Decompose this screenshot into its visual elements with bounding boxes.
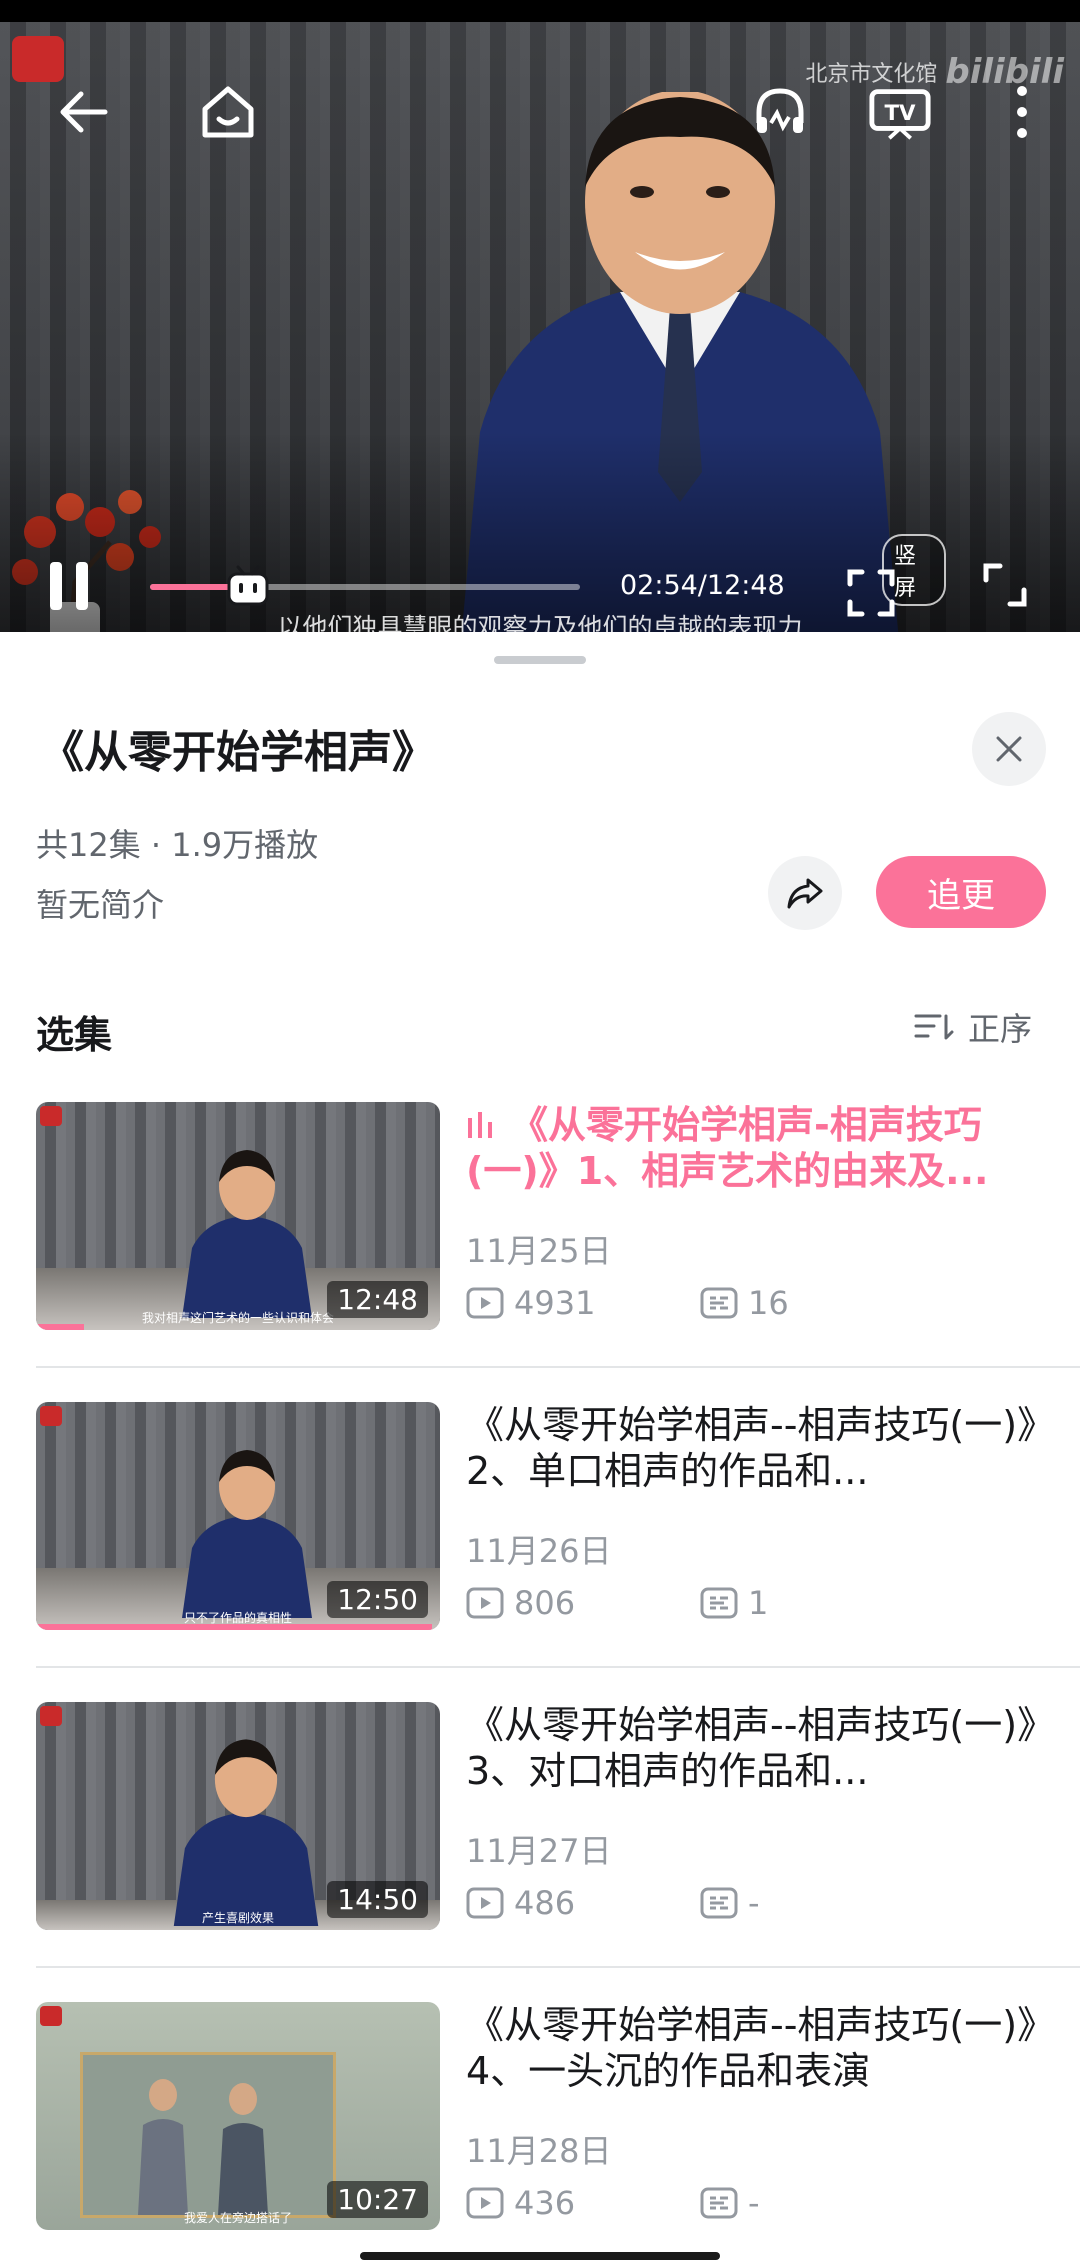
- list-divider: [36, 1966, 1080, 1968]
- episode-title: 《从零开始学相声--相声技巧(一)》4、一头沉的作品和表演: [466, 2003, 1056, 2093]
- episode-stats: 4931 16: [466, 1284, 789, 1322]
- episode-duration: 12:50: [327, 1581, 428, 1618]
- progress-slider[interactable]: [150, 565, 580, 606]
- home-button[interactable]: [196, 80, 260, 144]
- episode-item-2[interactable]: 只不了作品的真相性 12:50 《从零开始学相声--相声技巧(一)》2、单口相声…: [36, 1402, 1080, 1632]
- watched-progress-bar: [36, 1624, 432, 1630]
- episode-date: 11月26日: [466, 1532, 612, 1570]
- episode-stats: 806 1: [466, 1584, 768, 1622]
- episode-date: 11月28日: [466, 2132, 612, 2170]
- tv-cast-button[interactable]: TV: [868, 80, 932, 144]
- fullscreen-icon: [983, 563, 1027, 607]
- episode-comments: 16: [700, 1284, 789, 1322]
- danmaku-count-icon: [700, 1887, 738, 1919]
- home-indicator[interactable]: [360, 2252, 720, 2260]
- panel-drag-handle[interactable]: [494, 656, 586, 664]
- svg-text:TV: TV: [884, 101, 916, 126]
- episode-duration: 14:50: [327, 1881, 428, 1918]
- thumbnail-logo: [40, 1106, 62, 1126]
- episode-section-title: 选集: [36, 1013, 113, 1057]
- episode-title-text: 《从零开始学相声-相声技巧(一)》1、相声艺术的由来及...: [466, 1103, 989, 1193]
- close-icon: [996, 736, 1022, 762]
- video-subtitle: 以他们独具慧眼的观察力及他们的卓越的表现力: [277, 613, 803, 632]
- episode-title: 《从零开始学相声--相声技巧(一)》2、单口相声的作品和...: [466, 1403, 1056, 1493]
- now-playing-bars-icon: [468, 1112, 492, 1138]
- headphones-icon: [756, 88, 804, 133]
- list-divider: [36, 1666, 1080, 1668]
- pause-button[interactable]: [44, 558, 94, 614]
- list-divider: [36, 1366, 1080, 1368]
- sort-order-label: 正序: [968, 1010, 1033, 1048]
- status-bar: [0, 0, 1080, 22]
- episode-title: 《从零开始学相声--相声技巧(一)》3、对口相声的作品和...: [466, 1703, 1056, 1793]
- episode-thumbnail: 只不了作品的真相性 12:50: [36, 1402, 440, 1630]
- vertical-screen-button[interactable]: 竖屏: [846, 534, 946, 618]
- thumbnail-logo: [40, 1706, 62, 1726]
- thumbnail-presenter: [182, 1450, 312, 1618]
- episode-comments: -: [700, 1884, 760, 1922]
- thumbnail-stage-frame: [80, 2052, 336, 2218]
- episode-item-4[interactable]: 我爱人在旁边搭话了 10:27 《从零开始学相声--相声技巧(一)》4、一头沉的…: [36, 2002, 1080, 2232]
- episode-views: 436: [466, 2184, 700, 2222]
- sort-order-button[interactable]: 正序: [914, 1004, 1032, 1050]
- thumbnail-logo: [40, 1406, 62, 1426]
- sort-icon: [914, 1014, 954, 1040]
- episode-date: 11月27日: [466, 1832, 612, 1870]
- episode-thumbnail: 我对相声这门艺术的一些认识和体会 12:48: [36, 1102, 440, 1330]
- play-count-icon: [466, 1287, 504, 1319]
- share-button[interactable]: [768, 856, 842, 930]
- episode-views: 806: [466, 1584, 700, 1622]
- episode-duration: 12:48: [327, 1281, 428, 1318]
- watched-progress-bar: [36, 1324, 85, 1330]
- video-player[interactable]: 北京市文化馆 bilibili TV 02:54/12:48 竖屏 以他们独具慧…: [0, 22, 1080, 632]
- play-count-icon: [466, 1887, 504, 1919]
- episode-thumbnail: 我爱人在旁边搭话了 10:27: [36, 2002, 440, 2230]
- follow-series-button[interactable]: 追更: [876, 856, 1046, 928]
- episode-duration: 10:27: [327, 2181, 428, 2218]
- more-vertical-icon: [1017, 86, 1027, 138]
- series-title: 《从零开始学相声》: [40, 727, 436, 778]
- close-panel-button[interactable]: [972, 712, 1046, 786]
- more-options-button[interactable]: [990, 80, 1054, 144]
- back-button[interactable]: [52, 80, 116, 144]
- channel-logo-badge: [12, 36, 64, 82]
- episode-item-3[interactable]: 产生喜剧效果 14:50 《从零开始学相声--相声技巧(一)》3、对口相声的作品…: [36, 1702, 1080, 1932]
- series-meta: 共12集 · 1.9万播放: [36, 826, 319, 864]
- back-arrow-icon: [60, 91, 108, 133]
- audio-mode-button[interactable]: [748, 80, 812, 144]
- episode-title: 《从零开始学相声-相声技巧(一)》1、相声艺术的由来及...: [466, 1102, 1056, 1194]
- episode-comments: 1: [700, 1584, 768, 1622]
- series-intro: 暂无简介: [36, 886, 165, 924]
- episode-stats: 436 -: [466, 2184, 760, 2222]
- episode-thumbnail: 产生喜剧效果 14:50: [36, 1702, 440, 1930]
- play-count-icon: [466, 2187, 504, 2219]
- danmaku-count-icon: [700, 2187, 738, 2219]
- episode-views: 486: [466, 1884, 700, 1922]
- pause-icon: [50, 562, 88, 610]
- playback-time: 02:54/12:48: [620, 570, 785, 601]
- episode-item-1[interactable]: 我对相声这门艺术的一些认识和体会 12:48 《从零开始学相声-相声技巧(一)》…: [36, 1102, 1080, 1332]
- episode-stats: 486 -: [466, 1884, 760, 1922]
- danmaku-count-icon: [700, 1587, 738, 1619]
- thumbnail-presenter: [182, 1150, 312, 1318]
- thumbnail-performers: [138, 2079, 268, 2215]
- danmaku-count-icon: [700, 1287, 738, 1319]
- play-count-icon: [466, 1587, 504, 1619]
- episode-views: 4931: [466, 1284, 700, 1322]
- tv-cast-icon: TV: [869, 89, 931, 140]
- episode-comments: -: [700, 2184, 760, 2222]
- home-icon: [202, 86, 254, 138]
- thumbnail-logo: [40, 2006, 62, 2026]
- progress-thumb-tv-icon[interactable]: [226, 564, 270, 608]
- episode-date: 11月25日: [466, 1232, 612, 1270]
- share-icon: [787, 878, 823, 909]
- thumbnail-presenter: [173, 1739, 319, 1926]
